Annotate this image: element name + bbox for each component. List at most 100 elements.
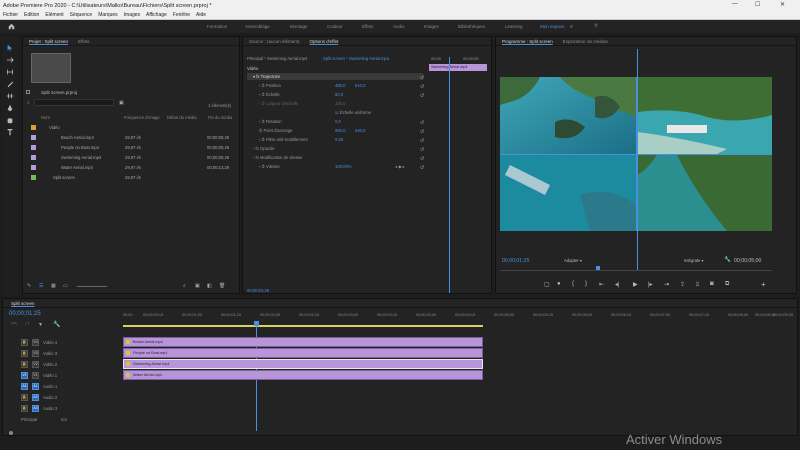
settings-icon[interactable]: 🔧 bbox=[53, 321, 60, 328]
workspace-menu-icon[interactable]: ≡ bbox=[570, 24, 573, 30]
tab-effect-controls[interactable]: Options d'effet bbox=[310, 39, 339, 44]
lock-icon[interactable]: 🔒 bbox=[21, 349, 28, 357]
mini-clip[interactable]: Swimming Aerial.mp4 bbox=[429, 64, 487, 71]
anti-flicker-value[interactable]: 0,00 bbox=[335, 137, 343, 142]
effect-controls-timecode[interactable]: 00;00;01;25 bbox=[247, 288, 269, 293]
workspace-assemblage[interactable]: Assemblage bbox=[245, 24, 270, 29]
track-header-master[interactable]: Principal 0,0 bbox=[21, 414, 113, 424]
find-icon[interactable]: ⌕ bbox=[183, 283, 186, 289]
lock-icon[interactable]: 🔒 bbox=[21, 338, 28, 346]
prop-anchor[interactable]: ⏱ Point d'ancrage bbox=[259, 128, 292, 133]
tab-project[interactable]: Projet : Split screen bbox=[29, 39, 68, 44]
tab-effects[interactable]: Effets bbox=[78, 39, 89, 44]
effect-opacity[interactable]: › fx Opacité bbox=[253, 146, 274, 151]
play-icon[interactable]: ▶ bbox=[633, 281, 638, 288]
mark-in-icon[interactable]: ▢ bbox=[544, 281, 550, 288]
reset-buttons[interactable]: ↺ ↺ ↺ ↺ ↺ ↺ ↺ ↺ ↺ bbox=[420, 74, 428, 174]
work-area-bar[interactable] bbox=[123, 325, 483, 327]
quality-dropdown[interactable]: Intégrale ▾ bbox=[684, 258, 704, 263]
source-patch[interactable]: V1 bbox=[21, 371, 28, 379]
track-header-v2[interactable]: 🔒 V2 Vidéo 2 bbox=[21, 359, 113, 369]
wrench-icon[interactable]: 🔧 bbox=[724, 257, 731, 263]
more-workspaces-icon[interactable]: » bbox=[594, 22, 598, 29]
selection-tool-icon[interactable] bbox=[6, 44, 14, 52]
out-point-icon[interactable]: } bbox=[585, 281, 587, 287]
track-id[interactable]: A1 bbox=[32, 382, 39, 390]
step-back-icon[interactable]: ◂| bbox=[615, 281, 620, 288]
razor-tool-icon[interactable] bbox=[6, 80, 14, 88]
col-media-start[interactable]: Début du média bbox=[167, 115, 197, 120]
workspace-images[interactable]: Images bbox=[424, 24, 439, 29]
menu-affichage[interactable]: Affichage bbox=[146, 12, 167, 18]
linked-selection-icon[interactable]: ∩ bbox=[25, 321, 29, 327]
export-frame-icon[interactable]: ◙ bbox=[710, 281, 714, 287]
home-icon[interactable] bbox=[8, 23, 15, 32]
program-video-frame[interactable] bbox=[500, 77, 772, 231]
fit-dropdown[interactable]: Adapter ▾ bbox=[564, 258, 582, 263]
prop-anti-flicker[interactable]: › ⏱ Filtre anti-scintillement bbox=[259, 137, 308, 142]
track-id[interactable]: V4 bbox=[32, 338, 39, 346]
col-name[interactable]: Nom bbox=[41, 115, 50, 120]
pencil-icon[interactable]: ✎ bbox=[27, 283, 31, 289]
menu-fenetre[interactable]: Fenêtre bbox=[173, 12, 190, 18]
master-clip-label[interactable]: Principal * Swimming Aerial.mp4 bbox=[247, 56, 307, 61]
col-media-end[interactable]: Fin du média bbox=[208, 115, 232, 120]
time-ruler[interactable]: 00;00 00;00;00;15 00;00;01;00 00;00;01;1… bbox=[123, 311, 795, 331]
snap-icon[interactable]: ⌒ bbox=[11, 321, 17, 330]
prop-rotation[interactable]: › ⏱ Rotation bbox=[259, 119, 282, 124]
col-fps[interactable]: Fréquence d'image bbox=[124, 115, 160, 120]
rotation-value[interactable]: 0,0 bbox=[335, 119, 341, 124]
workspace-couleur[interactable]: Couleur bbox=[327, 24, 343, 29]
position-y-value[interactable]: 810,0 bbox=[355, 83, 365, 88]
track-id[interactable]: V2 bbox=[32, 360, 39, 368]
extract-icon[interactable]: ⇫ bbox=[695, 281, 700, 288]
zoom-slider[interactable] bbox=[77, 286, 107, 287]
track-header-a3[interactable]: 🔒 A3 Audio 3 bbox=[21, 403, 113, 413]
track-header-v3[interactable]: 🔒 V3 Vidéo 3 bbox=[21, 348, 113, 358]
workspace-montage[interactable]: Montage bbox=[290, 24, 308, 29]
lock-icon[interactable]: 🔒 bbox=[21, 404, 28, 412]
effect-motion[interactable]: ▾ fx Trajectoire bbox=[253, 74, 280, 79]
pen-tool-icon[interactable] bbox=[6, 104, 14, 112]
menu-sequence[interactable]: Séquence bbox=[70, 12, 93, 18]
source-patch[interactable]: A1 bbox=[21, 382, 28, 390]
list-view-icon[interactable]: ☰ bbox=[39, 283, 43, 289]
position-x-value[interactable]: 480,0 bbox=[335, 83, 345, 88]
clip-people-on-boat[interactable]: People on Boat.mp4 bbox=[123, 348, 483, 358]
track-id[interactable]: A3 bbox=[32, 404, 39, 412]
list-item[interactable]: People on Boat.mp4 29,97 i/s 00;00;06;29 bbox=[31, 143, 236, 151]
tab-source[interactable]: Source : (aucun élément) bbox=[249, 39, 300, 44]
trash-icon[interactable]: 🗑 bbox=[219, 283, 225, 289]
add-button-icon[interactable]: + bbox=[761, 280, 766, 289]
add-marker-icon[interactable]: ● bbox=[557, 281, 561, 287]
menu-edition[interactable]: Edition bbox=[24, 12, 39, 18]
lock-icon[interactable]: 🔒 bbox=[21, 393, 28, 401]
menu-marques[interactable]: Marques bbox=[98, 12, 117, 18]
tab-program[interactable]: Programme : Split screen bbox=[502, 39, 553, 44]
clip-beach-aerial[interactable]: Beach Aerial.mp4 bbox=[123, 337, 483, 347]
new-bin-icon[interactable]: ▣ bbox=[119, 100, 124, 106]
icon-view-icon[interactable]: ▦ bbox=[51, 283, 56, 289]
anchor-x-value[interactable]: 960,0 bbox=[335, 128, 345, 133]
slip-tool-icon[interactable] bbox=[6, 92, 14, 100]
comparison-view-icon[interactable]: ⧉ bbox=[725, 281, 729, 288]
go-to-in-icon[interactable]: ⇤ bbox=[599, 281, 604, 288]
tab-media-browser[interactable]: Explorateur de médias bbox=[563, 39, 608, 44]
list-item[interactable]: Swimming Aerial.mp4 29,97 i/s 00;00;06;2… bbox=[31, 153, 236, 161]
workspace-audio[interactable]: Audio bbox=[393, 24, 405, 29]
timeline-timecode[interactable]: 00;00;01;25 bbox=[9, 311, 41, 317]
workspace-learning[interactable]: Learning bbox=[505, 24, 523, 29]
add-marker-timeline-icon[interactable]: ▾ bbox=[39, 321, 42, 328]
prop-position[interactable]: › ⏱ Position bbox=[259, 83, 281, 88]
menu-images[interactable]: Images bbox=[124, 12, 140, 18]
track-header-a1[interactable]: A1 A1 Audio 1 bbox=[21, 381, 113, 391]
freeform-view-icon[interactable]: ▭ bbox=[63, 283, 68, 289]
sequence-clip-label[interactable]: Split screen * Swimming Aerial.mp4 bbox=[323, 56, 389, 61]
prop-scale[interactable]: › ⏱ Échelle bbox=[259, 92, 280, 97]
workspace-mon-espace[interactable]: Mon espace bbox=[540, 24, 565, 29]
minimize-button[interactable]: — bbox=[732, 1, 738, 7]
clip-swimming-aerial[interactable]: Swimming Aerial.mp4 bbox=[123, 359, 483, 369]
step-forward-icon[interactable]: |▸ bbox=[648, 281, 653, 288]
new-item-icon[interactable]: ◧ bbox=[207, 283, 212, 289]
list-item[interactable]: Beach Aerial.mp4 29,97 i/s 00;00;05;29 bbox=[31, 133, 236, 141]
